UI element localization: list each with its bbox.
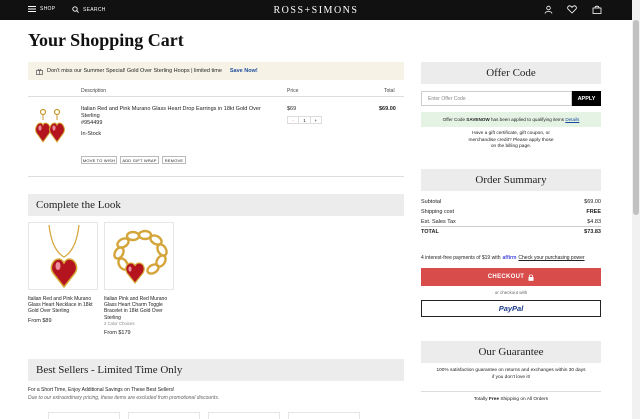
stock-status: In-Stock	[81, 131, 102, 137]
summary-row-shipping: Shipping cost FREE	[421, 209, 601, 215]
lock-icon	[528, 273, 534, 281]
brand-logo[interactable]: ROSS+SIMONS	[0, 5, 632, 16]
save-now-link[interactable]: Save Now!	[230, 68, 258, 74]
offer-applied-message: Offer Code SAVENOW has been applied to q…	[421, 112, 601, 127]
summary-value: $69.00	[584, 199, 601, 205]
order-summary-heading: Order Summary	[421, 169, 601, 191]
col-total: Total	[384, 88, 395, 94]
summary-value: $73.83	[584, 229, 601, 235]
cart-item-sku: #954499	[81, 120, 103, 126]
scrollbar-thumb[interactable]	[633, 20, 639, 215]
table-divider	[28, 96, 404, 97]
page-scrollbar[interactable]	[632, 0, 640, 419]
quantity-stepper: - 1 +	[287, 116, 322, 124]
necklace-illustration	[48, 224, 80, 289]
necklace-product-image[interactable]	[28, 222, 98, 290]
gift-certificate-note: Have a gift certificate, gift coupon, or…	[421, 131, 601, 151]
guarantee-text: 100% satisfaction guarantee on returns a…	[421, 368, 601, 382]
col-price: Price	[287, 88, 299, 94]
best-seller-card[interactable]	[128, 412, 200, 419]
look-product-0[interactable]: Italian Red and Pink Murano Glass Heart …	[28, 296, 98, 324]
summary-row-tax: Est. Sales Tax $4.83	[421, 219, 601, 225]
look-product-price: From $89	[28, 317, 52, 324]
summary-label: Subtotal	[421, 199, 442, 205]
look-product-name: Italian Red and Pink Murano Glass Heart …	[28, 296, 93, 315]
wishlist-heart-icon[interactable]	[567, 5, 577, 14]
summary-label: Shipping cost	[421, 209, 455, 215]
affirm-logo: affirm	[502, 255, 517, 261]
cart-item-total: $69.00	[379, 106, 396, 112]
gift-icon	[36, 68, 43, 75]
cart-item-price: $69	[287, 106, 297, 112]
affirm-link[interactable]: Check your purchasing power	[518, 255, 584, 261]
offer-applied-suffix: has been applied to qualifying items	[490, 117, 565, 122]
shipping-prefix: Totally	[473, 397, 488, 402]
qty-minus-button[interactable]: -	[288, 117, 298, 123]
summary-label: TOTAL	[421, 229, 439, 235]
shipping-bold: Free	[488, 397, 499, 402]
best-sellers-line2: Due to our extraordinary pricing, these …	[28, 395, 220, 401]
promo-text: Don't miss our Summer Special! Gold Over…	[47, 68, 222, 74]
bracelet-illustration	[113, 229, 168, 284]
bracelet-product-image[interactable]	[104, 222, 174, 290]
checkout-label: CHECKOUT	[487, 274, 525, 280]
affirm-note: 4 interest-free payments of $19 with aff…	[421, 255, 601, 261]
best-seller-card[interactable]	[208, 412, 280, 419]
checkout-button[interactable]: CHECKOUT	[421, 268, 601, 286]
remove-button[interactable]: REMOVE	[162, 156, 186, 164]
gift-note-line: on the billing page.	[490, 144, 532, 149]
guarantee-line: 100% satisfaction guarantee on returns a…	[436, 368, 586, 373]
page-title: Your Shopping Cart	[28, 30, 184, 50]
best-sellers-heading: Best Sellers - Limited Time Only	[28, 359, 404, 381]
bag-icon[interactable]	[592, 5, 602, 14]
look-product-1[interactable]: Italian Pink and Red Murano Glass Heart …	[104, 296, 176, 336]
shipping-suffix: Shipping on All Orders	[500, 397, 549, 402]
col-description: Description	[81, 88, 107, 94]
guarantee-heading: Our Guarantee	[421, 341, 601, 363]
qty-value[interactable]: 1	[298, 117, 311, 123]
guarantee-line: if you don't love it!	[491, 374, 531, 380]
or-checkout-with: or checkout with	[494, 290, 528, 295]
paypal-button[interactable]: PayPal	[421, 300, 601, 317]
complete-look-heading: Complete the Look	[28, 194, 404, 216]
move-to-wish-button[interactable]: MOVE TO WISH	[81, 156, 117, 164]
look-product-name: Italian Pink and Red Murano Glass Heart …	[104, 296, 168, 321]
best-seller-card[interactable]	[288, 412, 360, 419]
apply-button[interactable]: APPLY	[572, 91, 601, 106]
summary-value: $4.83	[587, 219, 601, 225]
top-nav: SHOP SEARCH ROSS+SIMONS	[0, 0, 632, 20]
affirm-text: 4 interest-free payments of $19 with	[421, 255, 501, 261]
cart-item-name[interactable]: Italian Red and Pink Murano Glass Heart …	[81, 106, 271, 120]
promo-banner: Don't miss our Summer Special! Gold Over…	[28, 62, 404, 80]
cart-item-divider	[28, 176, 404, 177]
summary-row-total: TOTAL $73.83	[421, 229, 601, 235]
look-product-price: From $179	[104, 330, 131, 337]
offer-details-link[interactable]: Details	[565, 117, 579, 122]
offer-code-heading: Offer Code	[421, 62, 601, 84]
look-product-extra: 2 Color Choices	[104, 320, 135, 326]
cart-item-info: Italian Red and Pink Murano Glass Heart …	[81, 106, 271, 138]
earrings-product-image[interactable]	[34, 108, 66, 146]
best-seller-card[interactable]	[48, 412, 120, 419]
summary-label: Est. Sales Tax	[421, 219, 456, 225]
summary-value: FREE	[586, 209, 601, 215]
paypal-logo: PayPal	[498, 304, 524, 313]
free-shipping-note: Totally Free Shipping on All Orders	[421, 397, 601, 402]
offer-code-value: SAVENOW	[466, 117, 490, 122]
guarantee-divider	[421, 391, 601, 392]
add-gift-wrap-button[interactable]: ADD GIFT WRAP	[120, 156, 159, 164]
offer-code-input[interactable]: Enter Offer Code	[421, 91, 572, 106]
offer-applied-prefix: Offer Code	[442, 117, 466, 122]
summary-row-subtotal: Subtotal $69.00	[421, 199, 601, 205]
qty-plus-button[interactable]: +	[311, 117, 321, 123]
best-sellers-line1: For a Short Time, Enjoy Additional Savin…	[28, 387, 175, 393]
summary-divider	[421, 226, 601, 227]
account-icon[interactable]	[544, 5, 553, 14]
